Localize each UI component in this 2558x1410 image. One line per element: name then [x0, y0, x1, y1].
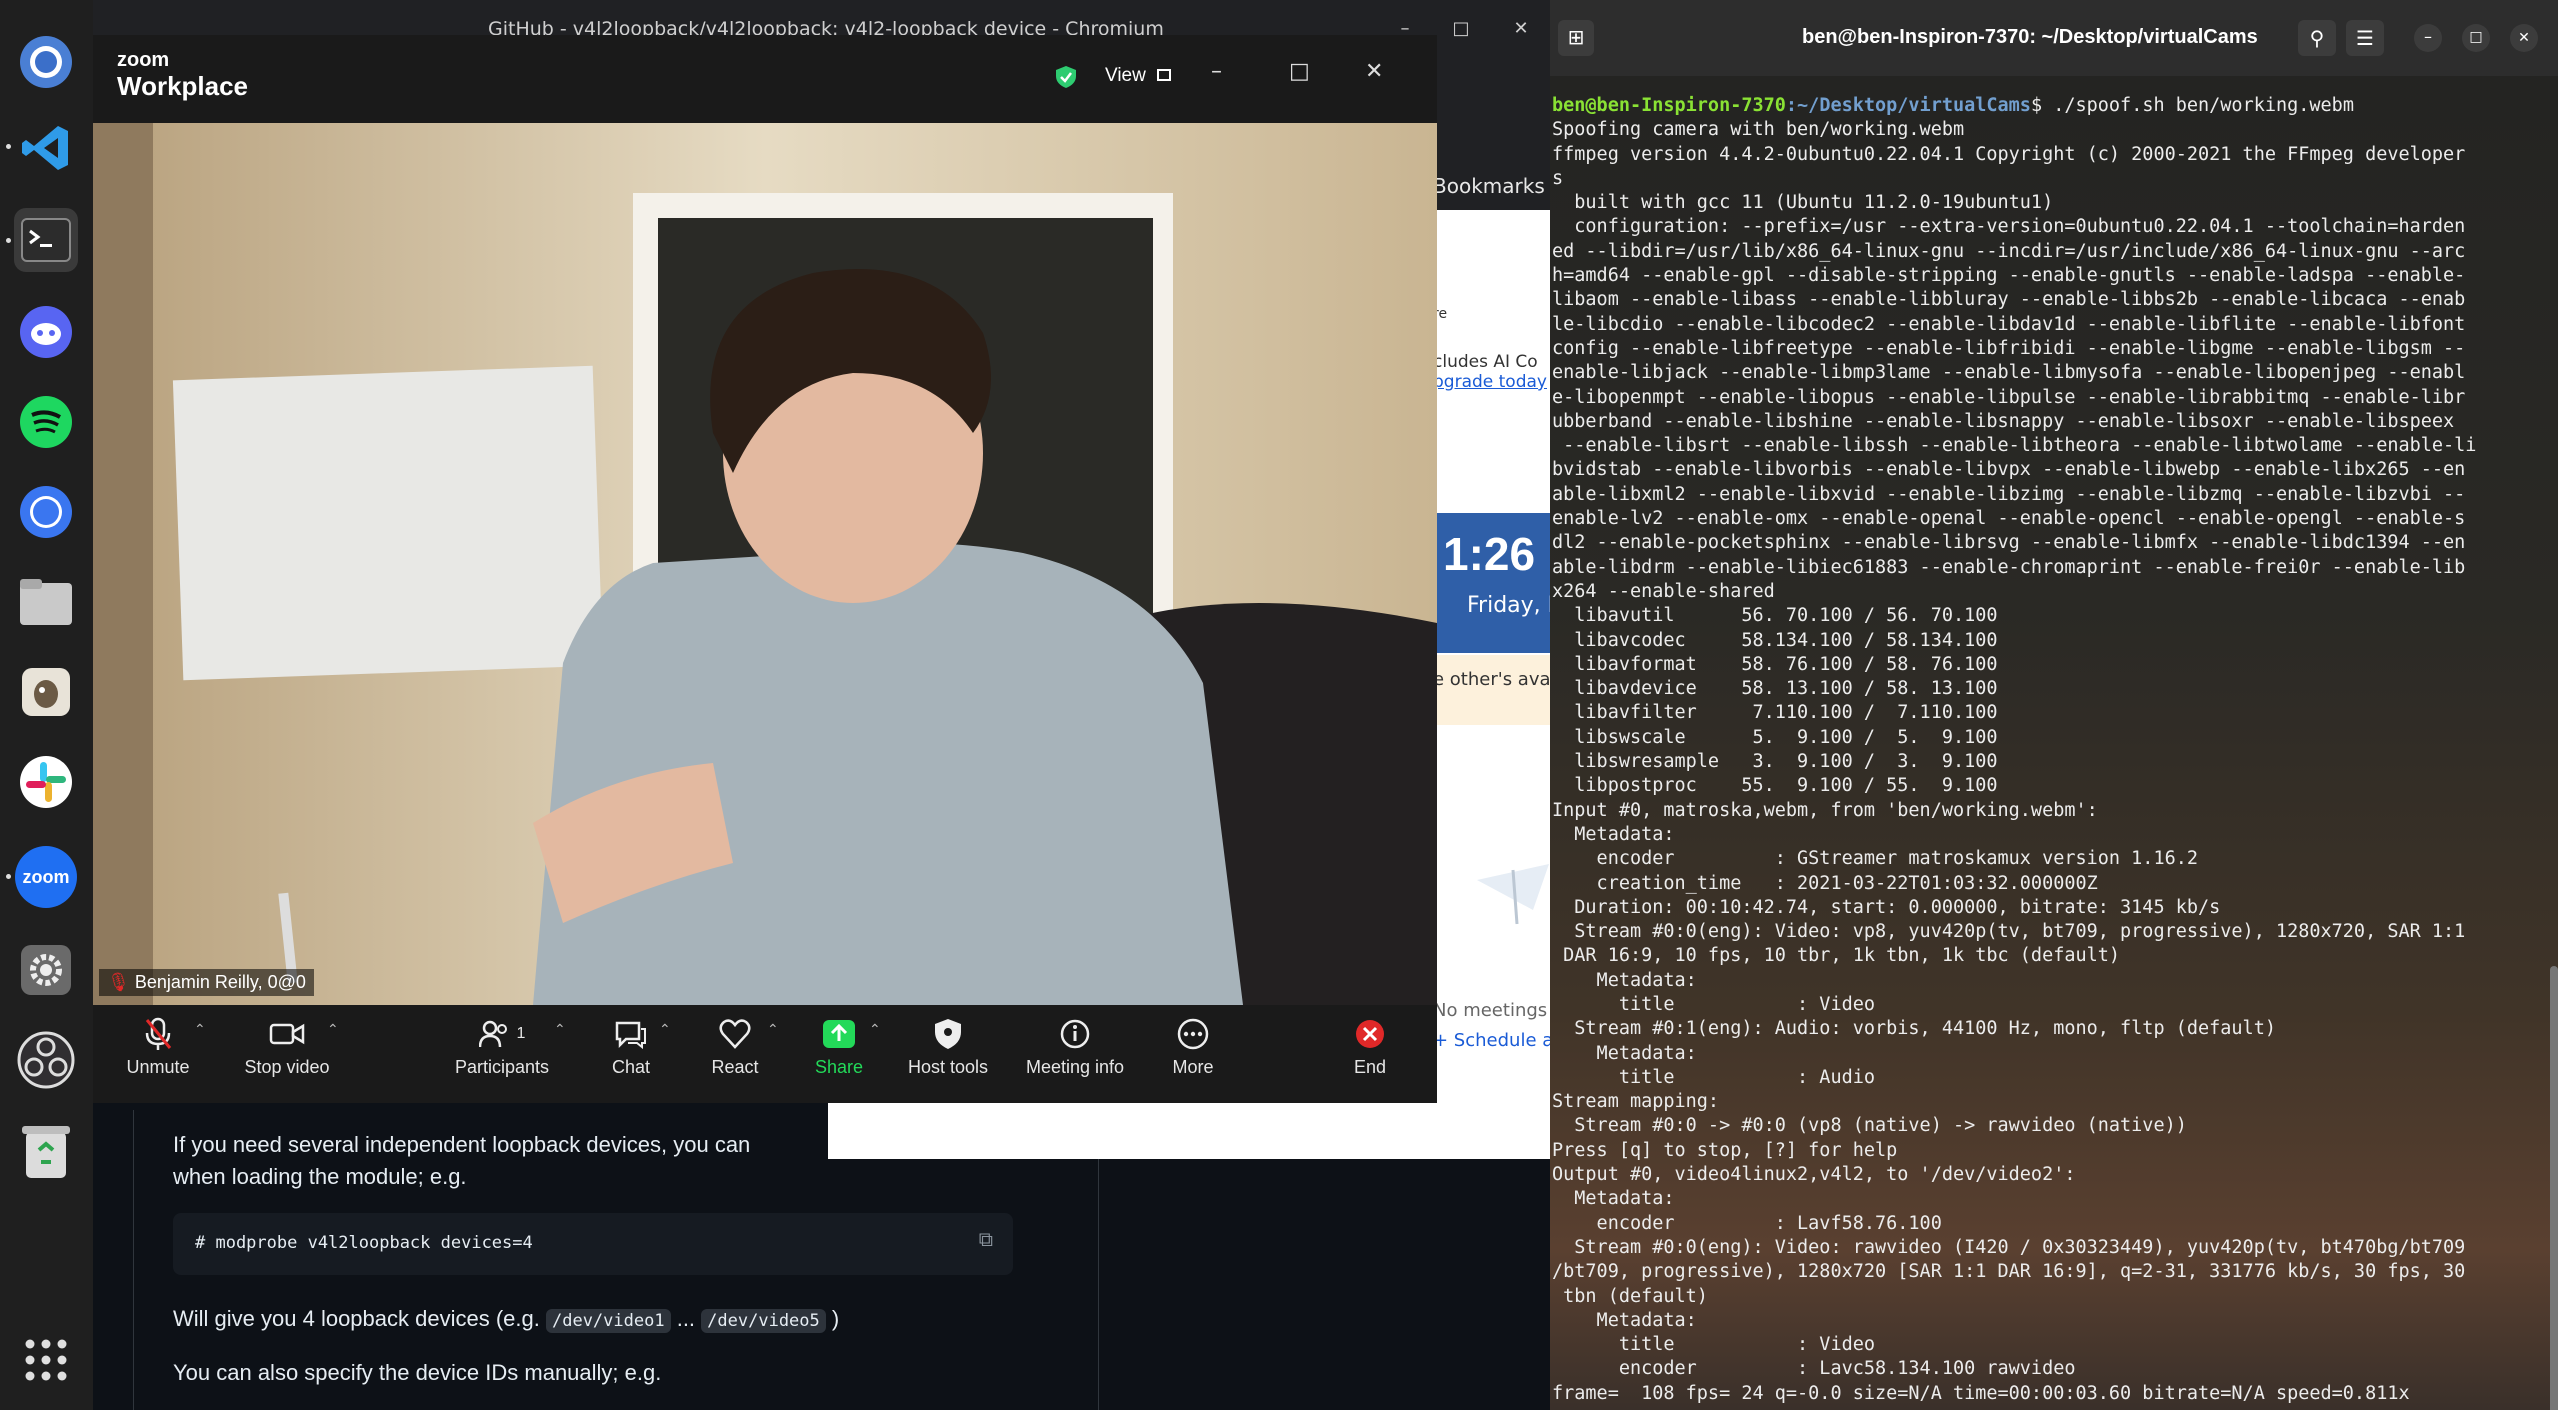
signal-icon[interactable] [14, 480, 78, 544]
search-icon[interactable]: ⚲ [2298, 20, 2336, 56]
terminal-titlebar: ⊞ ben@ben-Inspiron-7370: ~/Desktop/virtu… [1550, 0, 2558, 76]
terminal-text: ben@ben-Inspiron-7370:~/Desktop/virtualC… [1552, 94, 2552, 1406]
share-label: Share [814, 1057, 864, 1077]
chevron-up-icon[interactable]: ⌃ [659, 1021, 671, 1038]
share-button[interactable]: Share ⌃ [779, 1011, 899, 1078]
terminal-window-title: ben@ben-Inspiron-7370: ~/Desktop/virtual… [1802, 26, 2258, 48]
browser-close-button[interactable]: ✕ [1501, 0, 1541, 58]
participant-video: 🎙 Benjamin Reilly, 0@0 [93, 123, 1437, 1005]
participants-count: 1 [516, 1025, 526, 1042]
code-text: # modprobe v4l2loopback devices=4 [195, 1233, 533, 1253]
unmute-button[interactable]: Unmute ⌃ [98, 1011, 218, 1078]
code-block: # modprobe v4l2loopback devices=4 ⧉ [173, 1213, 1013, 1275]
prompt-user: ben@ben-Inspiron-7370 [1552, 95, 1786, 116]
inline-code: /dev/video5 [701, 1309, 826, 1333]
host-tools-label: Host tools [907, 1057, 989, 1077]
terminal-output-area[interactable]: ben@ben-Inspiron-7370:~/Desktop/virtualC… [1550, 76, 2558, 1410]
clock-time: 1:26 [1443, 528, 1536, 580]
participant-name: Benjamin Reilly, 0@0 [134, 972, 306, 992]
prompt-path: :~/Desktop/virtualCams [1785, 95, 2031, 116]
upgrade-link[interactable]: pgrade today [1433, 372, 1547, 392]
more-label: More [1172, 1057, 1214, 1077]
zoom-meeting-window: zoom Workplace View – □ ✕ 🎙 Benjamin Rei… [93, 35, 1437, 1103]
trash-icon[interactable] [14, 1120, 78, 1184]
folder-icon[interactable] [14, 570, 78, 634]
stop-video-button[interactable]: Stop video ⌃ [227, 1011, 347, 1078]
meeting-info-button[interactable]: Meeting info [1015, 1011, 1135, 1078]
umbrella-illustration-icon [1473, 850, 1553, 930]
react-button[interactable]: React ⌃ [675, 1011, 795, 1078]
zoom-brand-bottom: Workplace [117, 71, 249, 101]
terminal-close-button[interactable]: ✕ [2510, 24, 2538, 52]
chevron-up-icon[interactable]: ⌃ [194, 1021, 206, 1038]
browser-maximize-button[interactable]: □ [1441, 0, 1481, 58]
gimp-icon[interactable] [14, 660, 78, 724]
copy-icon[interactable]: ⧉ [979, 1229, 993, 1252]
spotify-icon[interactable] [14, 390, 78, 454]
discord-icon[interactable] [14, 300, 78, 364]
ffmpeg-output: Spoofing camera with ben/working.webm ff… [1552, 119, 2477, 1404]
readme-text: ... [676, 1306, 696, 1331]
zoom-maximize-button[interactable]: □ [1289, 59, 1310, 84]
hamburger-menu-icon[interactable]: ☰ [2346, 20, 2384, 56]
chevron-up-icon[interactable]: ⌃ [869, 1021, 881, 1038]
new-tab-icon[interactable]: ⊞ [1558, 20, 1594, 56]
terminal-window: ⊞ ben@ben-Inspiron-7370: ~/Desktop/virtu… [1550, 0, 2558, 1410]
end-meeting-button[interactable]: End [1310, 1011, 1430, 1078]
terminal-icon[interactable] [14, 208, 78, 272]
readme-paragraph: when loading the module; e.g. [173, 1164, 467, 1189]
zoom-close-button[interactable]: ✕ [1365, 59, 1383, 84]
unmute-label: Unmute [126, 1057, 190, 1077]
participant-name-tag: 🎙 Benjamin Reilly, 0@0 [99, 969, 314, 996]
fragment-text: cludes AI Co [1433, 352, 1538, 372]
participants-button[interactable]: 1 Participants ⌃ [442, 1011, 566, 1078]
zoom-workplace-logo: zoom Workplace [117, 49, 248, 101]
meeting-info-label: Meeting info [1025, 1057, 1125, 1077]
security-shield-icon[interactable] [1055, 65, 1077, 93]
readme-paragraph: You can also specify the device IDs manu… [173, 1360, 662, 1385]
view-button[interactable]: View [1105, 65, 1172, 87]
end-label: End [1353, 1057, 1387, 1077]
blank-popup [828, 1103, 1643, 1159]
zoom-dock-label: zoom [22, 866, 70, 887]
slack-icon[interactable] [14, 750, 78, 814]
readme-text: ) [831, 1306, 840, 1331]
readme-paragraph: If you need several independent loopback… [173, 1132, 751, 1157]
readme-text: Will give you 4 loopback devices (e.g. [173, 1306, 540, 1331]
more-button[interactable]: More [1133, 1011, 1253, 1078]
meeting-controls-bar: Unmute ⌃ Stop video ⌃ 1 Participants ⌃ C… [93, 1005, 1437, 1103]
vscode-running-dot [6, 144, 11, 149]
obs-icon[interactable] [14, 1028, 78, 1092]
chat-label: Chat [611, 1057, 651, 1077]
chromium-icon[interactable] [14, 30, 78, 94]
terminal-maximize-button[interactable]: □ [2462, 24, 2490, 52]
react-label: React [711, 1057, 759, 1077]
gear-icon[interactable] [14, 938, 78, 1002]
prompt-command: $ ./spoof.sh ben/working.webm [2030, 95, 2354, 116]
chevron-up-icon[interactable]: ⌃ [554, 1021, 566, 1038]
chevron-up-icon[interactable]: ⌃ [767, 1021, 779, 1038]
chevron-up-icon[interactable]: ⌃ [327, 1021, 339, 1038]
participants-label: Participants [454, 1057, 550, 1077]
view-grid-icon [1157, 69, 1172, 81]
zoom-titlebar: zoom Workplace View – □ ✕ [93, 35, 1437, 123]
host-tools-button[interactable]: Host tools [888, 1011, 1008, 1078]
vscode-icon[interactable] [14, 116, 78, 180]
zoom-minimize-button[interactable]: – [1211, 59, 1222, 84]
terminal-running-dot [6, 238, 11, 243]
stop-video-label: Stop video [244, 1057, 330, 1077]
readme-paragraph: Will give you 4 loopback devices (e.g. /… [173, 1306, 840, 1333]
bookmarks-label[interactable]: Bookmarks [1433, 174, 1545, 198]
terminal-scrollbar[interactable] [2550, 966, 2558, 1410]
view-label: View [1105, 65, 1146, 86]
chat-button[interactable]: Chat ⌃ [571, 1011, 691, 1078]
terminal-minimize-button[interactable]: – [2414, 24, 2442, 52]
zoom-brand-top: zoom [117, 49, 170, 71]
zoom-running-dot [6, 874, 11, 879]
app-grid-icon[interactable] [14, 1328, 78, 1392]
muted-mic-icon: 🎙 [107, 972, 130, 992]
inline-code: /dev/video1 [545, 1309, 671, 1333]
zoom-icon[interactable]: zoom [15, 846, 77, 908]
application-dock: zoom [0, 0, 93, 1410]
